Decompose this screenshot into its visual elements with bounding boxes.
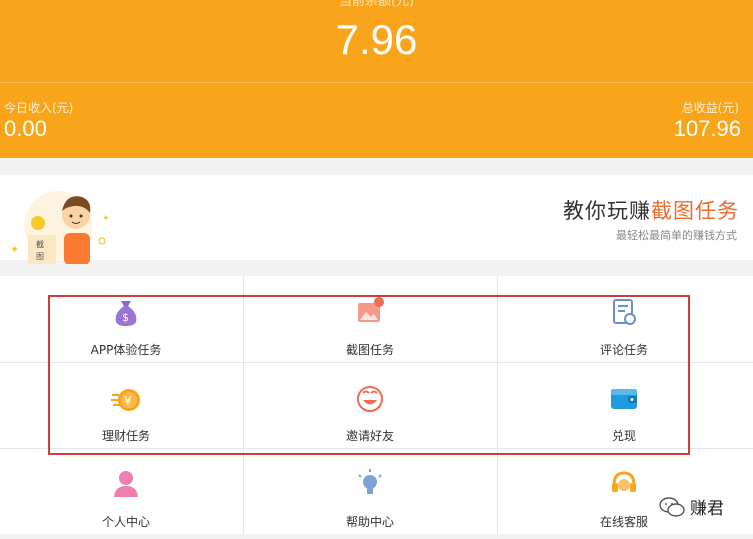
banner-character-illustration: 截 图 ✦ ✦ xyxy=(10,191,110,264)
grid-item-online-support[interactable]: 在线客服 xyxy=(498,449,750,535)
grid-item-help-center[interactable]: 帮助中心 xyxy=(244,449,496,535)
watermark: 赚君 xyxy=(658,494,724,519)
watermark-text: 赚君 xyxy=(690,499,724,519)
grid-item-label: 帮助中心 xyxy=(345,515,394,529)
header-divider xyxy=(0,82,753,83)
wechat-icon xyxy=(659,496,685,517)
banner-sign-char-1: 截 xyxy=(36,239,44,249)
lightbulb-icon xyxy=(358,469,382,494)
balance-header: 当前余额(元) 7.96 今日收入(元) 0.00 总收益(元) 107.96 xyxy=(0,0,753,158)
banner-sign-char-2: 图 xyxy=(36,252,44,261)
today-income-label: 今日收入(元) xyxy=(4,101,74,115)
banner-title-prefix: 教你玩赚 xyxy=(563,199,651,223)
svg-text:✦: ✦ xyxy=(102,214,110,224)
balance-label: 当前余额(元) xyxy=(338,0,415,9)
today-income-value: 0.00 xyxy=(4,116,47,141)
banner-subtitle: 最轻松最简单的赚钱方式 xyxy=(616,229,737,242)
balance-value: 7.96 xyxy=(335,16,418,63)
annotation-highlight-box xyxy=(48,295,690,455)
total-earnings-label: 总收益(元) xyxy=(681,101,739,115)
banner-title: 教你玩赚截图任务 xyxy=(563,195,739,225)
person-icon xyxy=(114,471,138,497)
banner-title-highlight: 截图任务 xyxy=(651,199,739,223)
promo-banner[interactable]: 截 图 ✦ ✦ 教你玩赚截图任务 最轻松最简单的赚钱方式 xyxy=(0,175,753,264)
headset-icon xyxy=(612,471,636,492)
grid-item-label: 个人中心 xyxy=(101,515,150,529)
total-earnings-value: 107.96 xyxy=(673,116,741,141)
svg-text:✦: ✦ xyxy=(10,243,19,256)
grid-item-personal-center[interactable]: 个人中心 xyxy=(0,449,252,535)
